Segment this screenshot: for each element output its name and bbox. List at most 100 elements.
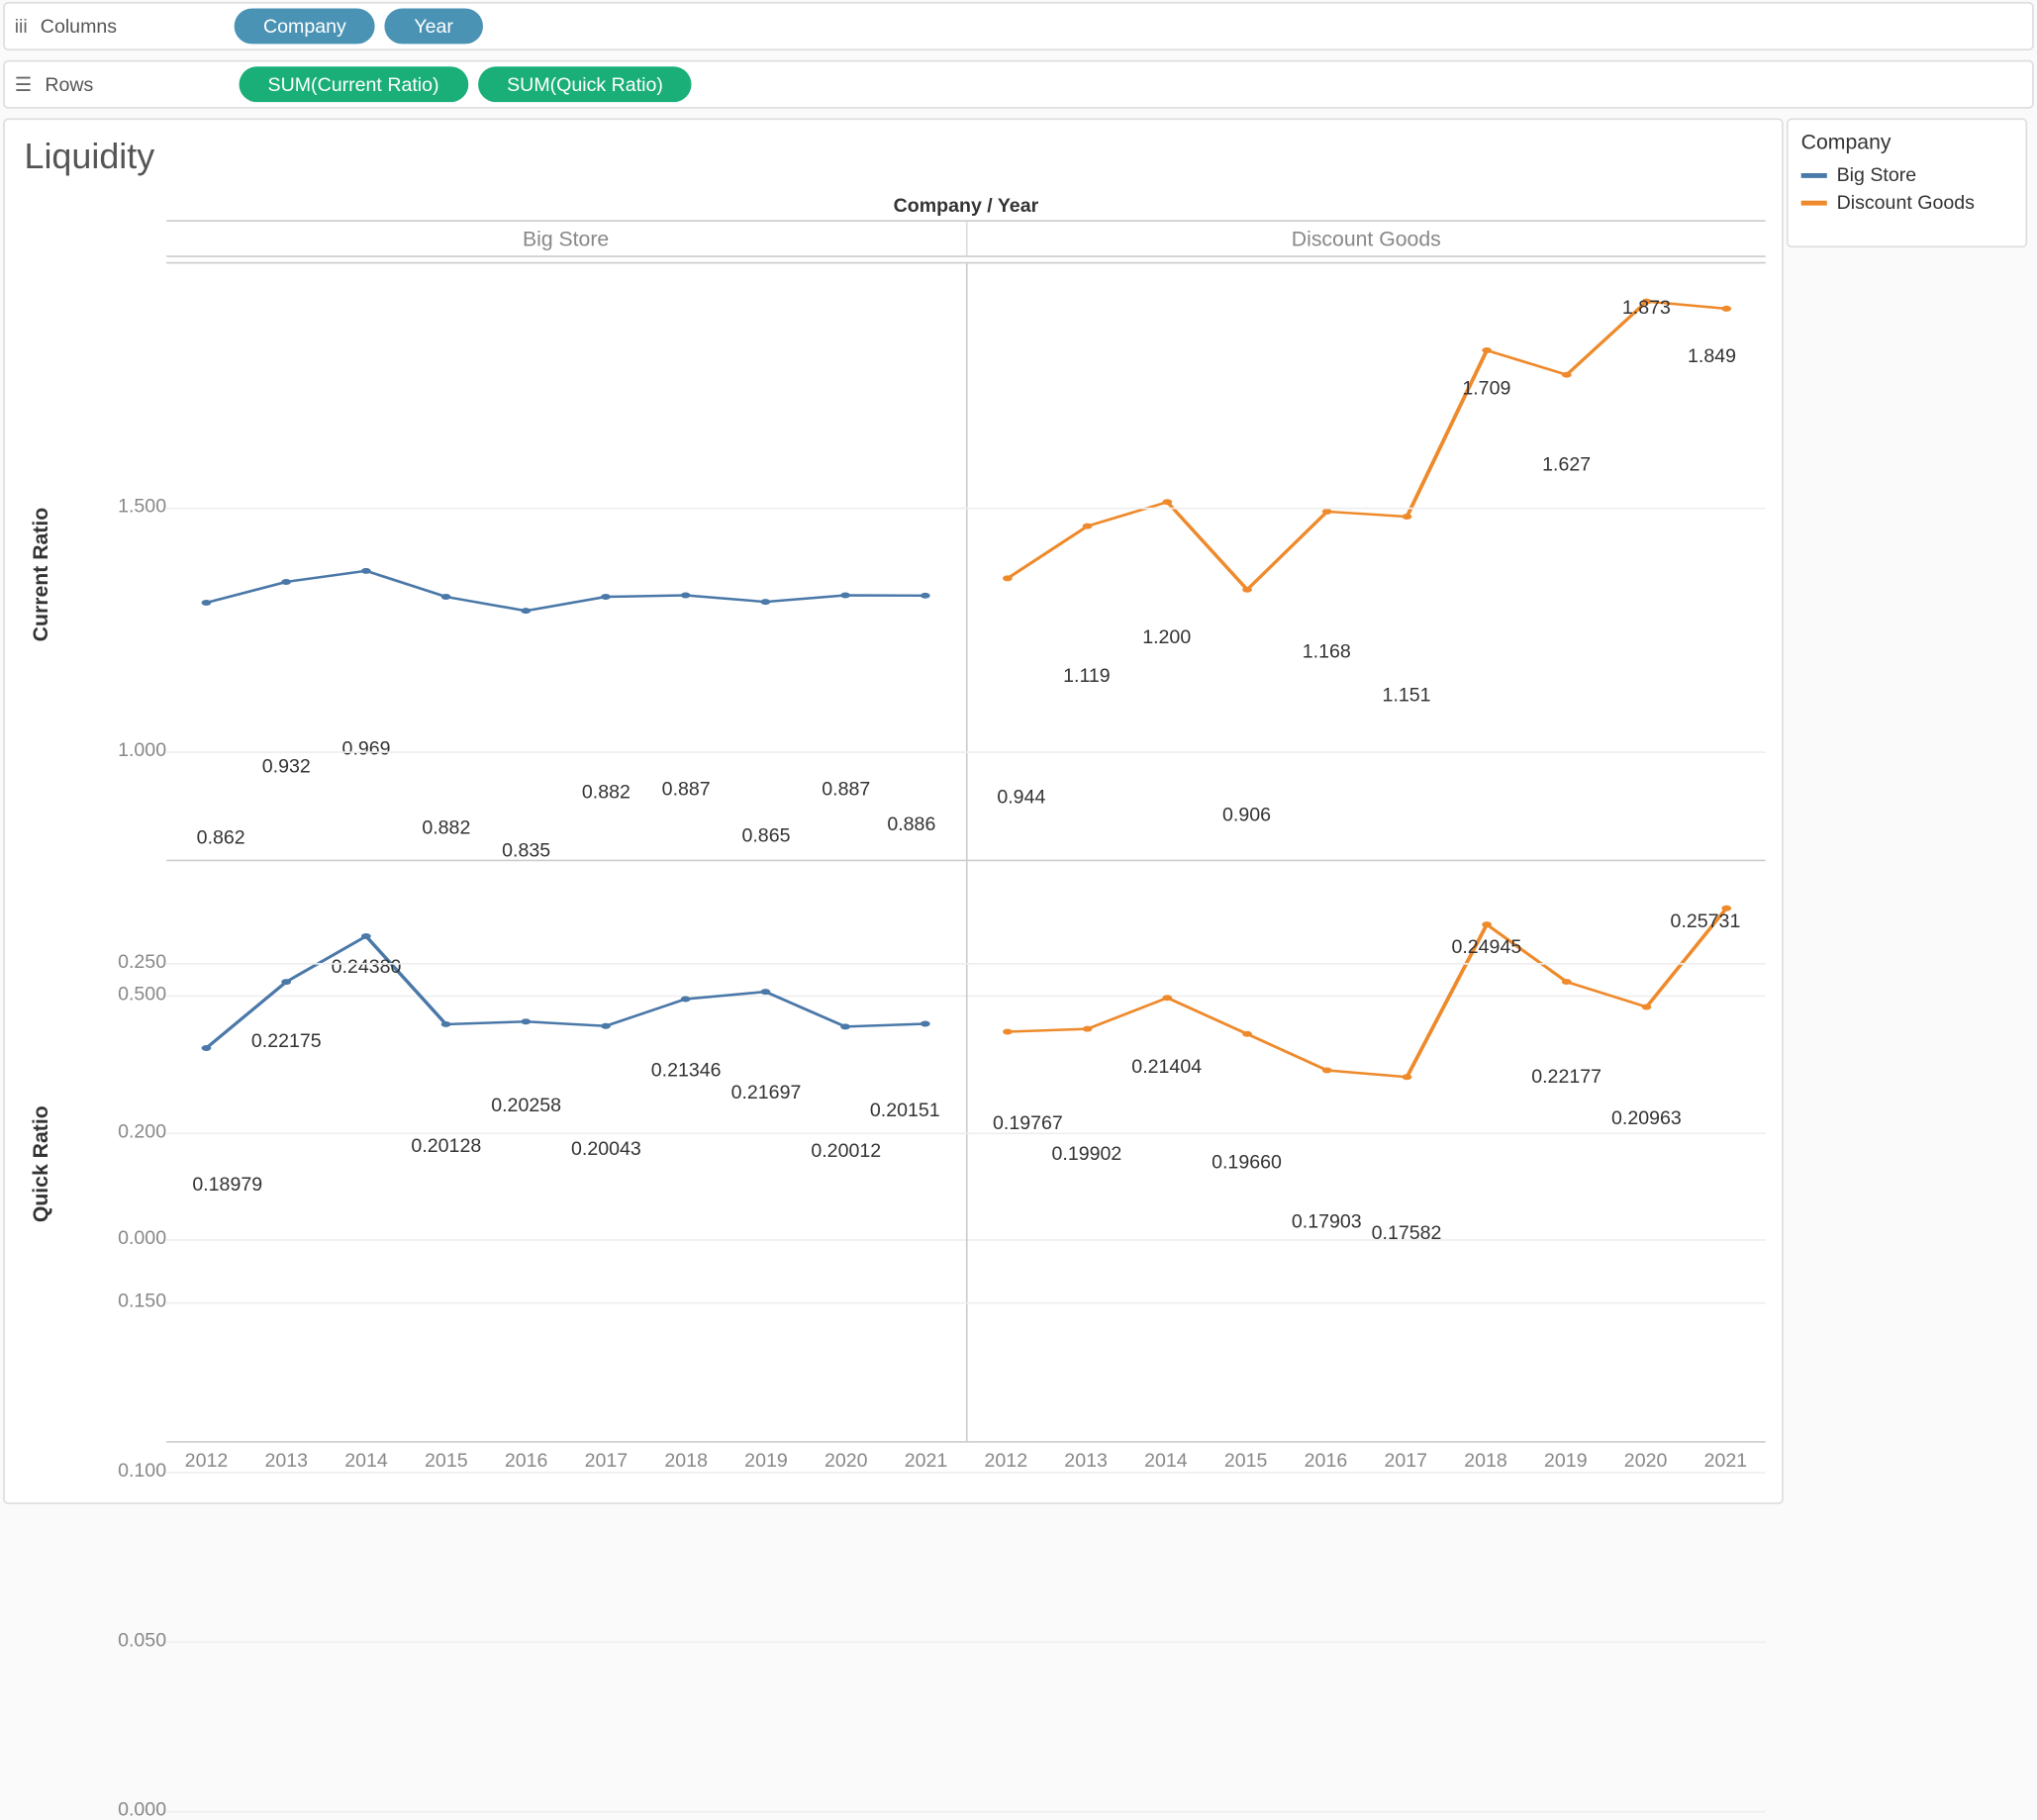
data-label: 0.862 bbox=[197, 825, 245, 848]
super-header: Company / Year bbox=[166, 191, 1766, 220]
y-tick: 0.150 bbox=[118, 1289, 166, 1311]
chart-title: Liquidity bbox=[24, 136, 1769, 177]
data-label: 0.882 bbox=[582, 780, 630, 803]
rows-shelf-label: Rows bbox=[45, 73, 239, 96]
rows-shelf[interactable]: ☰ Rows SUM(Current Ratio) SUM(Quick Rati… bbox=[3, 60, 2033, 109]
y-tick: 0.100 bbox=[118, 1459, 166, 1482]
x-tick: 2016 bbox=[486, 1443, 566, 1484]
y-tick: 1.500 bbox=[118, 495, 166, 518]
x-tick: 2019 bbox=[727, 1443, 807, 1484]
x-tick: 2017 bbox=[566, 1443, 646, 1484]
y-axis-label-quick-ratio: Quick Ratio bbox=[29, 1067, 52, 1261]
legend-panel[interactable]: Company Big Store Discount Goods bbox=[1787, 119, 2027, 248]
x-tick: 2016 bbox=[1286, 1443, 1366, 1484]
legend-title: Company bbox=[1801, 130, 2013, 153]
x-tick: 2020 bbox=[806, 1443, 886, 1484]
data-label: 0.21697 bbox=[731, 1082, 802, 1104]
pill-company[interactable]: Company bbox=[235, 9, 376, 45]
data-label: 0.20258 bbox=[491, 1095, 561, 1117]
data-label: 0.22177 bbox=[1531, 1065, 1601, 1088]
viz-panel: Liquidity Company / Year Big Store Disco… bbox=[3, 119, 1783, 1504]
x-tick: 2021 bbox=[886, 1443, 966, 1484]
legend-label: Discount Goods bbox=[1837, 191, 1975, 214]
data-label: 0.20128 bbox=[411, 1134, 481, 1157]
x-tick: 2012 bbox=[166, 1443, 246, 1484]
data-label: 0.20012 bbox=[811, 1138, 881, 1161]
y-tick: 0.000 bbox=[118, 1797, 166, 1820]
data-label: 1.709 bbox=[1462, 376, 1510, 399]
pane-r2-big-store: 0.18979 0.22175 0.24380 0.20128 0.20258 0.200… bbox=[166, 861, 967, 1441]
y-tick-labels-row2: 0.0000.0500.1000.1500.2000.250 bbox=[108, 860, 166, 1442]
data-label: 0.882 bbox=[422, 815, 470, 838]
data-label: 0.932 bbox=[262, 755, 311, 778]
x-tick: 2014 bbox=[1126, 1443, 1207, 1484]
data-label: 0.21346 bbox=[651, 1058, 722, 1081]
data-label: 0.887 bbox=[662, 777, 711, 800]
y-tick: 0.250 bbox=[118, 950, 166, 973]
data-label: 0.20043 bbox=[571, 1137, 641, 1160]
pill-year[interactable]: Year bbox=[385, 9, 482, 45]
data-label: 1.873 bbox=[1622, 297, 1671, 320]
columns-pills: Company Year bbox=[235, 9, 483, 45]
x-tick: 2020 bbox=[1605, 1443, 1686, 1484]
y-tick: 1.000 bbox=[118, 738, 166, 761]
y-tick: 0.050 bbox=[118, 1628, 166, 1651]
pill-quick-ratio[interactable]: SUM(Quick Ratio) bbox=[478, 66, 693, 102]
pane-header-big-store: Big Store bbox=[166, 222, 967, 255]
plot-row-current-ratio: 0.862 0.932 0.969 0.882 0.835 0.882 0.887 0.865… bbox=[166, 262, 1766, 860]
y-axis-label-current-ratio: Current Ratio bbox=[29, 478, 52, 672]
y-tick: 0.200 bbox=[118, 1119, 166, 1142]
legend-item[interactable]: Discount Goods bbox=[1801, 191, 2013, 214]
data-label: 0.19767 bbox=[993, 1111, 1063, 1134]
data-label: 0.835 bbox=[502, 838, 550, 861]
x-tick: 2018 bbox=[1446, 1443, 1526, 1484]
x-tick: 2014 bbox=[327, 1443, 407, 1484]
data-label: 0.886 bbox=[887, 814, 935, 836]
data-label: 0.24945 bbox=[1451, 935, 1521, 958]
data-label: 0.18979 bbox=[192, 1174, 262, 1197]
x-tick: 2013 bbox=[246, 1443, 327, 1484]
x-tick: 2013 bbox=[1046, 1443, 1126, 1484]
data-label: 0.944 bbox=[997, 785, 1045, 808]
x-tick: 2018 bbox=[646, 1443, 727, 1484]
plot-row-quick-ratio: 0.18979 0.22175 0.24380 0.20128 0.20258 0.200… bbox=[166, 860, 1766, 1442]
x-tick: 2015 bbox=[406, 1443, 486, 1484]
data-label: 0.17903 bbox=[1292, 1210, 1362, 1233]
pane-r1-discount-goods: 0.944 1.119 1.200 0.906 1.168 1.151 1.709 1.627… bbox=[967, 263, 1766, 859]
pane-r2-discount-goods: 0.19767 0.19902 0.21404 0.19660 0.17903 0.175… bbox=[967, 861, 1766, 1441]
column-headers: Company / Year Big Store Discount Goods bbox=[166, 191, 1766, 262]
data-label: 1.627 bbox=[1542, 452, 1591, 475]
rows-pills: SUM(Current Ratio) SUM(Quick Ratio) bbox=[239, 66, 692, 102]
columns-shelf-label: Columns bbox=[41, 15, 235, 38]
data-label: 0.24380 bbox=[332, 955, 402, 978]
data-label: 0.906 bbox=[1222, 804, 1271, 826]
data-label: 0.865 bbox=[741, 823, 790, 846]
data-label: 1.200 bbox=[1142, 624, 1191, 647]
data-label: 0.17582 bbox=[1372, 1220, 1442, 1243]
data-label: 0.19660 bbox=[1212, 1150, 1282, 1173]
data-label: 0.21404 bbox=[1131, 1056, 1202, 1079]
data-label: 0.969 bbox=[342, 737, 391, 760]
x-tick: 2017 bbox=[1366, 1443, 1446, 1484]
data-label: 0.22175 bbox=[251, 1029, 322, 1052]
rows-icon: ☰ bbox=[15, 73, 33, 96]
legend-swatch bbox=[1801, 172, 1827, 177]
data-label: 1.168 bbox=[1303, 640, 1351, 663]
data-label: 0.25731 bbox=[1671, 910, 1741, 932]
data-label: 0.20963 bbox=[1611, 1106, 1682, 1129]
x-axis: 2012201320142015201620172018201920202021… bbox=[166, 1441, 1766, 1483]
data-label: 0.19902 bbox=[1052, 1142, 1122, 1165]
legend-item[interactable]: Big Store bbox=[1801, 163, 2013, 186]
data-label: 0.887 bbox=[822, 777, 870, 800]
columns-icon: iii bbox=[15, 15, 28, 38]
x-tick: 2021 bbox=[1686, 1443, 1766, 1484]
data-label: 1.849 bbox=[1688, 343, 1736, 366]
data-label: 1.119 bbox=[1063, 664, 1111, 687]
legend-swatch bbox=[1801, 200, 1827, 205]
data-label: 0.20151 bbox=[870, 1099, 940, 1121]
columns-shelf[interactable]: iii Columns Company Year bbox=[3, 2, 2033, 50]
pill-current-ratio[interactable]: SUM(Current Ratio) bbox=[239, 66, 468, 102]
x-tick: 2019 bbox=[1525, 1443, 1605, 1484]
data-label: 1.151 bbox=[1383, 684, 1431, 707]
chart-area[interactable]: Company / Year Big Store Discount Goods … bbox=[24, 191, 1765, 1499]
